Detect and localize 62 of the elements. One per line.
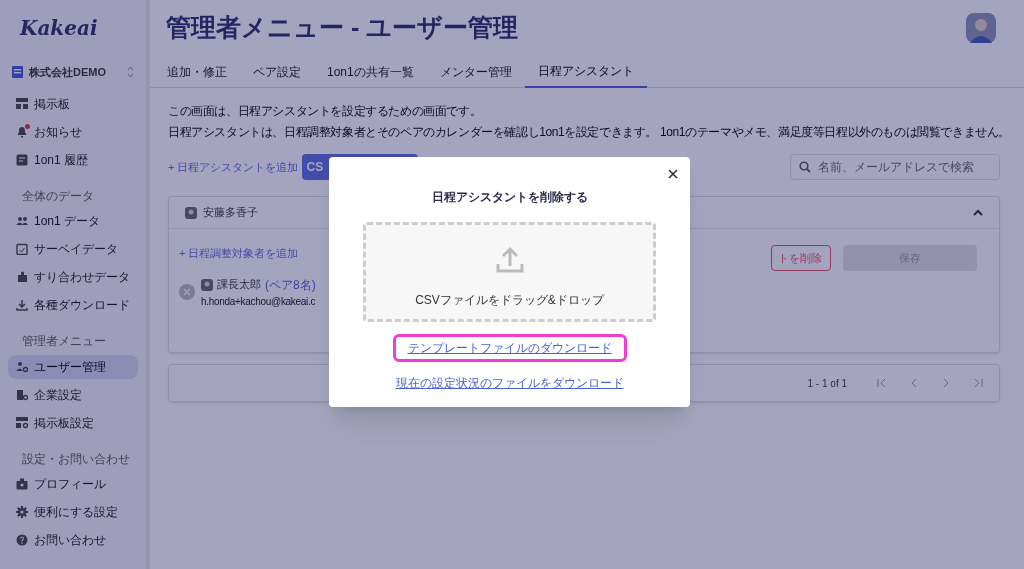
sidebar-item[interactable]: 各種ダウンロード — [8, 293, 138, 318]
sidebar-item[interactable]: 1on1 履歴 — [8, 148, 138, 172]
sidebar-heading: 全体のデータ — [21, 189, 95, 204]
pair-count: (ペア8名) — [265, 276, 316, 294]
avatar-icon[interactable] — [966, 13, 996, 43]
download-icon — [16, 299, 28, 312]
board-gear-icon — [16, 416, 28, 429]
building-gear-icon — [16, 388, 28, 401]
sidebar-item[interactable]: サーベイデータ — [8, 237, 138, 262]
sidebar-heading: 設定・お問い合わせ — [21, 451, 131, 467]
people-icon — [16, 215, 28, 228]
user-gear-icon — [16, 360, 28, 373]
owner-name: 安藤多香子 — [203, 205, 258, 221]
logo: Kakeai — [20, 15, 98, 42]
avatar-icon — [185, 206, 197, 219]
description-text: 日程アシスタントは、日程調整対象者とそのペアのカレンダーを確認し1on1を設定できます。 1on1のテーマやメモ、満足度等日程以外のものは閲覧できません。 — [168, 124, 1011, 141]
sidebar-item[interactable]: 1on1 データ — [8, 209, 138, 234]
calendar-check-icon — [16, 243, 28, 256]
target-email: h.honda+kachou@kakeai.c — [201, 294, 316, 309]
sidebar-item[interactable]: 掲示板設定 — [8, 410, 138, 435]
upload-icon — [494, 246, 525, 274]
tab[interactable]: 日程アシスタント — [524, 56, 647, 88]
tab[interactable]: 1on1の共有一覧 — [314, 56, 427, 88]
page-range: 1 - 1 of 1 — [807, 376, 847, 391]
sidebar-item[interactable]: 便利にする設定 — [8, 499, 138, 524]
sidebar-item[interactable]: お知らせ — [8, 120, 138, 144]
previous-page-icon[interactable] — [909, 378, 919, 388]
modal-title: 日程アシスタントを削除する — [431, 189, 588, 206]
building-icon — [12, 66, 23, 78]
sidebar-item[interactable]: お問い合わせ — [8, 527, 138, 552]
help-icon — [16, 533, 28, 546]
remove-icon[interactable] — [179, 284, 195, 300]
tab[interactable]: 追加・修正 — [154, 56, 240, 88]
company-selector[interactable]: 株式会社DEMO — [12, 60, 134, 84]
file-dropzone[interactable]: CSVファイルをドラッグ&ドロップ — [363, 222, 656, 322]
avatar-icon — [201, 278, 213, 291]
board-icon — [16, 98, 28, 110]
bell-icon — [16, 126, 28, 138]
download-link[interactable]: 現在の設定状況のファイルをダウンロード — [383, 372, 636, 394]
target-name: 課長太郎 — [217, 277, 261, 293]
search-field[interactable]: 名前、メールアドレスで検索 — [790, 154, 1000, 180]
sort-icon — [127, 66, 134, 78]
tab[interactable]: メンター管理 — [426, 56, 525, 88]
first-page-icon[interactable] — [877, 378, 887, 388]
download-link[interactable]: テンプレートファイルのダウンロード — [395, 337, 624, 359]
chevron-up-icon[interactable] — [973, 209, 983, 216]
id-badge-icon — [16, 477, 28, 490]
next-page-icon[interactable] — [941, 378, 951, 388]
sidebar-heading: 管理者メニュー — [21, 334, 107, 350]
dropzone-label: CSVファイルをドラッグ&ドロップ — [415, 292, 604, 309]
sidebar-item[interactable]: ユーザー管理 — [8, 354, 138, 379]
description-text: この画面は、日程アシスタントを設定するための画面です。 — [168, 103, 483, 120]
last-page-icon[interactable] — [973, 378, 983, 388]
settings-icon — [16, 505, 28, 518]
tab[interactable]: ペア設定 — [240, 56, 314, 88]
sidebar-item[interactable]: プロフィール — [8, 471, 138, 496]
sidebar-item[interactable]: 掲示板 — [8, 92, 138, 116]
sidebar-item[interactable]: 企業設定 — [8, 382, 138, 407]
sidebar-item[interactable]: すり合わせデータ — [8, 265, 138, 290]
close-icon[interactable] — [668, 169, 678, 179]
page-title: 管理者メニュー - ユーザー管理 — [166, 12, 519, 44]
note-icon — [16, 154, 28, 166]
